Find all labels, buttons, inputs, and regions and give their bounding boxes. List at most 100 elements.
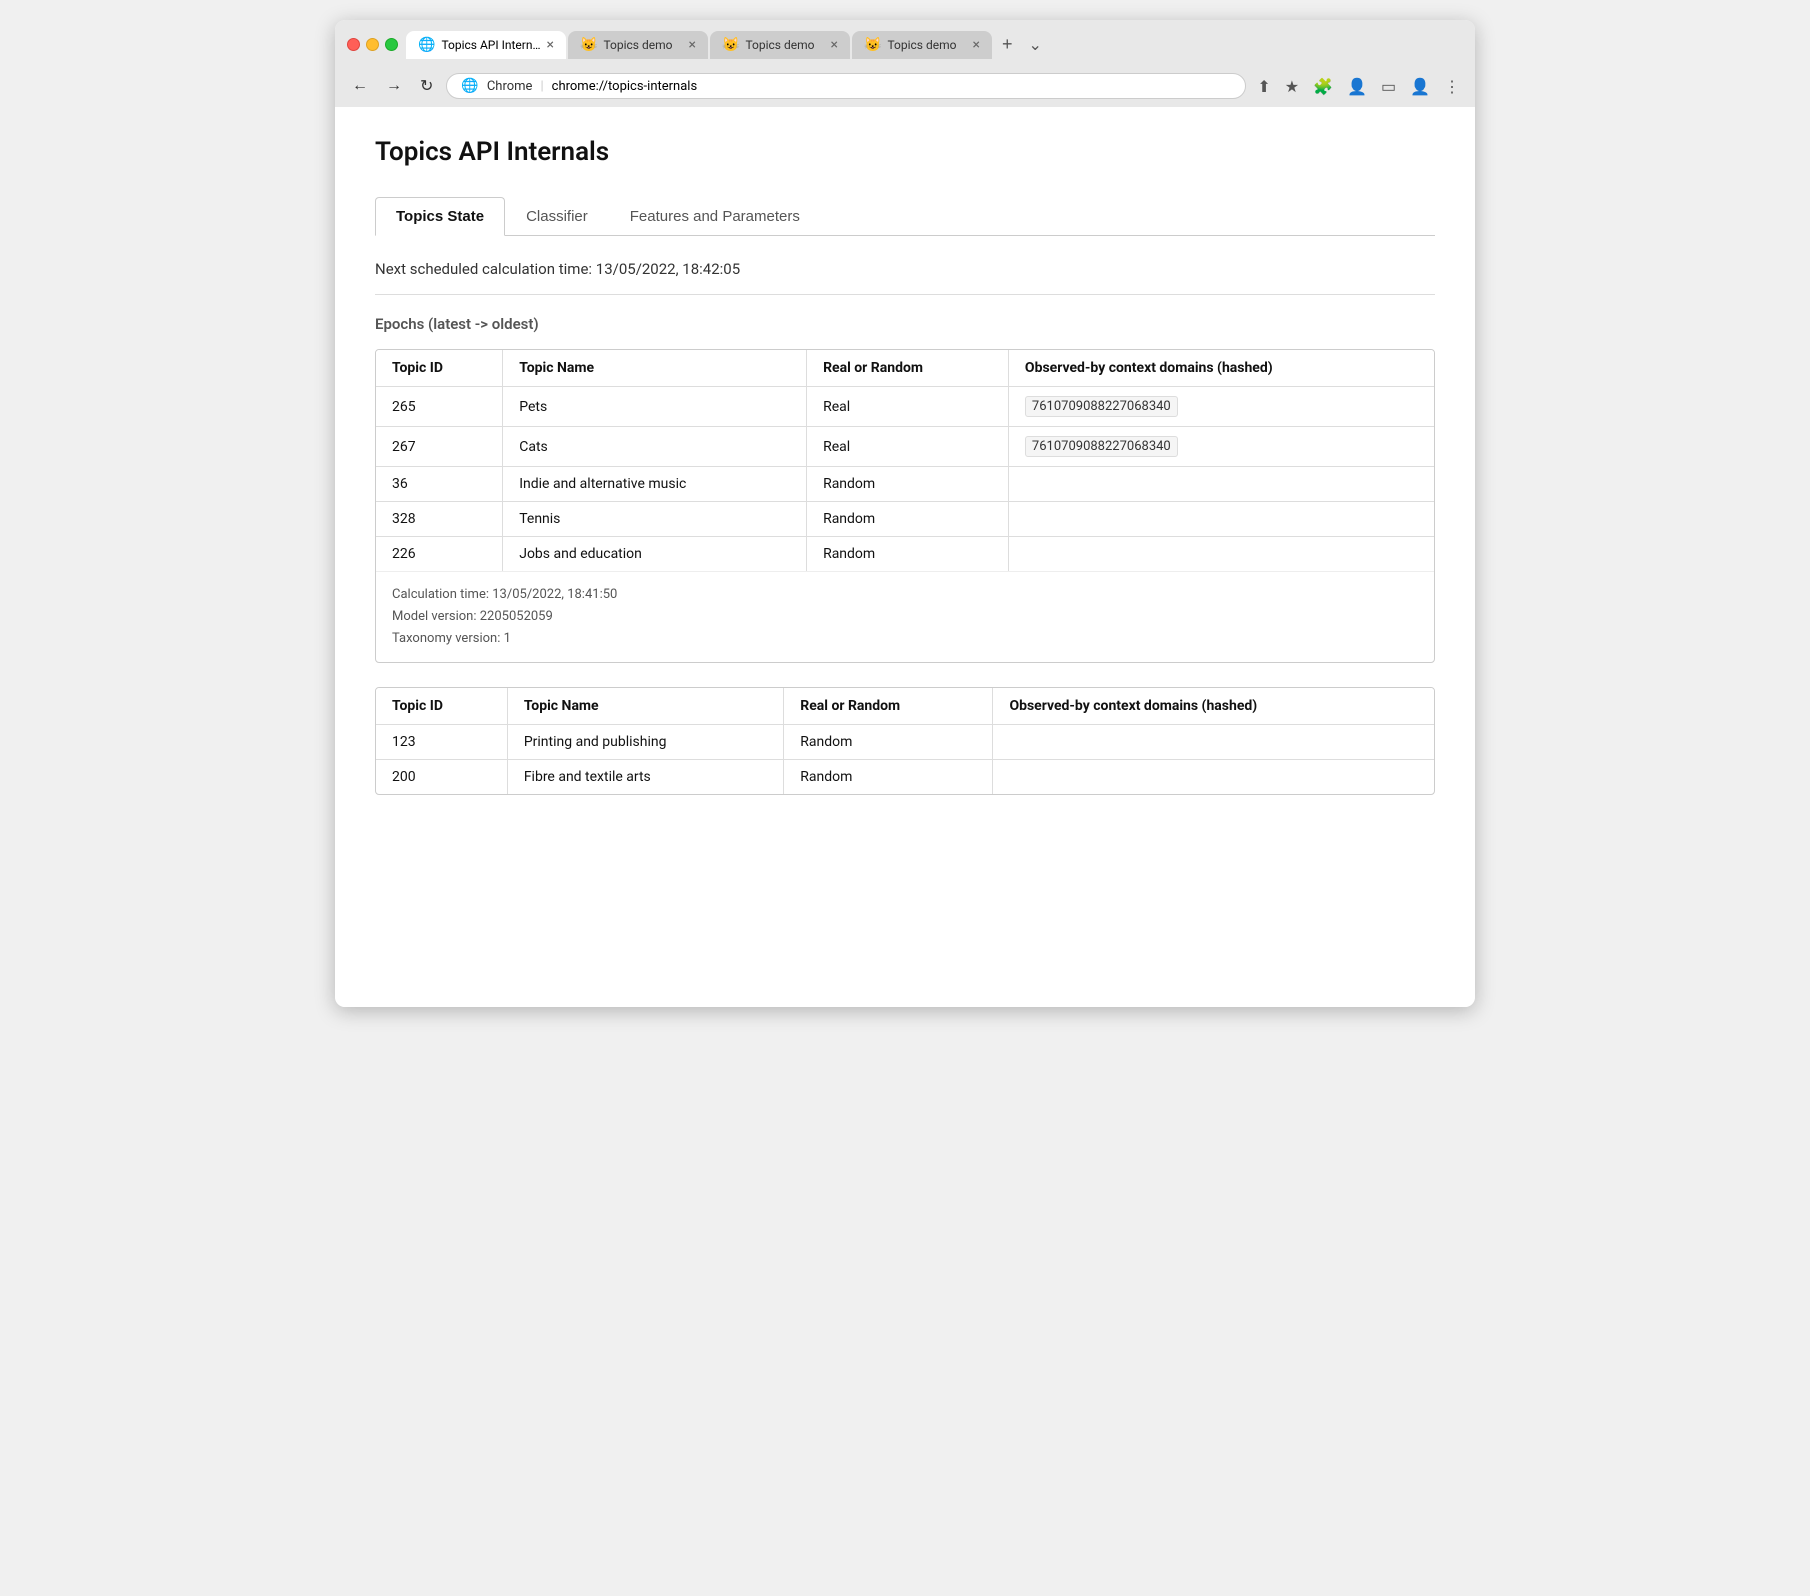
cell-topic-id: 200: [376, 760, 507, 795]
cell-domains: [1008, 537, 1434, 572]
cell-real-random: Random: [807, 537, 1009, 572]
epoch-card-1: Topic ID Topic Name Real or Random Obser…: [375, 349, 1435, 663]
address-separator: |: [540, 79, 543, 94]
epoch-2-thead: Topic ID Topic Name Real or Random Obser…: [376, 688, 1434, 725]
taxonomy-version-row: Taxonomy version: 1: [392, 628, 1418, 650]
domain-badge: 7610709088227068340: [1025, 436, 1178, 457]
taxonomy-version-label: Taxonomy version:: [392, 631, 500, 646]
maximize-window-button[interactable]: [385, 38, 398, 51]
tab-classifier[interactable]: Classifier: [505, 197, 609, 236]
cell-real-random: Real: [807, 387, 1009, 427]
cell-domains: [1008, 502, 1434, 537]
cell-topic-name: Printing and publishing: [507, 725, 783, 760]
browser-tab-active[interactable]: 🌐 Topics API Intern… ×: [406, 31, 566, 59]
epoch-card-2: Topic ID Topic Name Real or Random Obser…: [375, 687, 1435, 795]
tab-features-params[interactable]: Features and Parameters: [609, 197, 821, 236]
profile-icon[interactable]: 👤: [1344, 74, 1370, 99]
tab-overflow-button[interactable]: ⌄: [1023, 31, 1048, 59]
cell-topic-id: 226: [376, 537, 503, 572]
tab-cat-icon-3: 😺: [722, 37, 739, 53]
epoch-1-table: Topic ID Topic Name Real or Random Obser…: [376, 350, 1434, 571]
table-row: 123 Printing and publishing Random: [376, 725, 1434, 760]
table-row: 267 Cats Real 7610709088227068340: [376, 427, 1434, 467]
extensions-icon[interactable]: 🧩: [1310, 74, 1336, 99]
epoch-2-tbody: 123 Printing and publishing Random 200 F…: [376, 725, 1434, 795]
cell-real-random: Random: [784, 760, 993, 795]
address-bar-row: ← → ↻ 🌐 Chrome | chrome://topics-interna…: [335, 67, 1475, 107]
next-calc-time-label: Next scheduled calculation time:: [375, 260, 592, 278]
cell-topic-id: 36: [376, 467, 503, 502]
col-topic-name: Topic Name: [503, 350, 807, 387]
cell-topic-name: Jobs and education: [503, 537, 807, 572]
epoch-1-tbody: 265 Pets Real 7610709088227068340 267 Ca…: [376, 387, 1434, 572]
bookmark-icon[interactable]: ★: [1282, 74, 1302, 99]
table-row: 226 Jobs and education Random: [376, 537, 1434, 572]
col-topic-id-2: Topic ID: [376, 688, 507, 725]
address-bar[interactable]: 🌐 Chrome | chrome://topics-internals: [446, 73, 1246, 99]
cell-topic-name: Pets: [503, 387, 807, 427]
col-domains-2: Observed-by context domains (hashed): [993, 688, 1434, 725]
tab-close-3[interactable]: ×: [831, 38, 838, 52]
cell-topic-id: 265: [376, 387, 503, 427]
tab-title-3: Topics demo: [745, 38, 824, 52]
tab-close-2[interactable]: ×: [689, 38, 696, 52]
cell-domains: 7610709088227068340: [1008, 427, 1434, 467]
cell-domains: [993, 760, 1434, 795]
col-topic-id: Topic ID: [376, 350, 503, 387]
tab-globe-icon: 🌐: [418, 37, 435, 53]
menu-icon[interactable]: ⋮: [1441, 74, 1463, 99]
tab-title-active: Topics API Intern…: [441, 38, 540, 52]
tab-title-4: Topics demo: [887, 38, 966, 52]
browser-tab-3[interactable]: 😺 Topics demo ×: [710, 31, 850, 59]
tab-cat-icon-2: 😺: [580, 37, 597, 53]
share-icon[interactable]: ⬆: [1254, 74, 1273, 99]
cell-real-random: Random: [807, 467, 1009, 502]
next-calc-time: Next scheduled calculation time: 13/05/2…: [375, 260, 1435, 278]
page-tab-nav: Topics State Classifier Features and Par…: [375, 197, 1435, 236]
tab-title-2: Topics demo: [603, 38, 682, 52]
cell-topic-name: Cats: [503, 427, 807, 467]
address-url: chrome://topics-internals: [552, 79, 698, 94]
next-calc-time-value: 13/05/2022, 18:42:05: [596, 260, 740, 278]
cell-topic-name: Tennis: [503, 502, 807, 537]
forward-button[interactable]: →: [381, 74, 407, 98]
refresh-button[interactable]: ↻: [415, 73, 438, 99]
topics-state-content: Next scheduled calculation time: 13/05/2…: [375, 260, 1435, 795]
browser-tab-4[interactable]: 😺 Topics demo ×: [852, 31, 992, 59]
epoch-1-meta: Calculation time: 13/05/2022, 18:41:50 M…: [376, 571, 1434, 662]
account-icon[interactable]: 👤: [1407, 74, 1433, 99]
model-version-row: Model version: 2205052059: [392, 606, 1418, 628]
tab-topics-state[interactable]: Topics State: [375, 197, 505, 236]
browser-tab-2[interactable]: 😺 Topics demo ×: [568, 31, 708, 59]
cell-topic-name: Fibre and textile arts: [507, 760, 783, 795]
minimize-window-button[interactable]: [366, 38, 379, 51]
new-tab-button[interactable]: +: [994, 30, 1021, 59]
tab-close-4[interactable]: ×: [973, 38, 980, 52]
address-protocol: Chrome: [487, 79, 533, 94]
tab-close-active[interactable]: ×: [547, 38, 554, 52]
toolbar-icons: ⬆ ★ 🧩 👤 ▭ 👤 ⋮: [1254, 74, 1463, 99]
cell-topic-id: 123: [376, 725, 507, 760]
calc-time-value: 13/05/2022, 18:41:50: [492, 587, 617, 602]
col-real-random: Real or Random: [807, 350, 1009, 387]
cell-topic-id: 328: [376, 502, 503, 537]
table-row: 200 Fibre and textile arts Random: [376, 760, 1434, 795]
sidebar-icon[interactable]: ▭: [1378, 74, 1399, 99]
close-window-button[interactable]: [347, 38, 360, 51]
calc-time-row: Calculation time: 13/05/2022, 18:41:50: [392, 584, 1418, 606]
tabs-bar: 🌐 Topics API Intern… × 😺 Topics demo × 😺…: [406, 30, 1463, 59]
table-row: 36 Indie and alternative music Random: [376, 467, 1434, 502]
cell-domains: [993, 725, 1434, 760]
traffic-lights: [347, 38, 398, 51]
back-button[interactable]: ←: [347, 74, 373, 98]
address-globe-icon: 🌐: [461, 78, 478, 94]
taxonomy-version-value: 1: [504, 631, 511, 646]
cell-topic-id: 267: [376, 427, 503, 467]
epoch-1-thead: Topic ID Topic Name Real or Random Obser…: [376, 350, 1434, 387]
cell-domains: 7610709088227068340: [1008, 387, 1434, 427]
browser-window: 🌐 Topics API Intern… × 😺 Topics demo × 😺…: [335, 20, 1475, 1007]
tab-cat-icon-4: 😺: [864, 37, 881, 53]
model-version-value: 2205052059: [480, 609, 553, 624]
page-content: Topics API Internals Topics State Classi…: [335, 107, 1475, 1007]
title-bar-top: 🌐 Topics API Intern… × 😺 Topics demo × 😺…: [347, 30, 1463, 59]
